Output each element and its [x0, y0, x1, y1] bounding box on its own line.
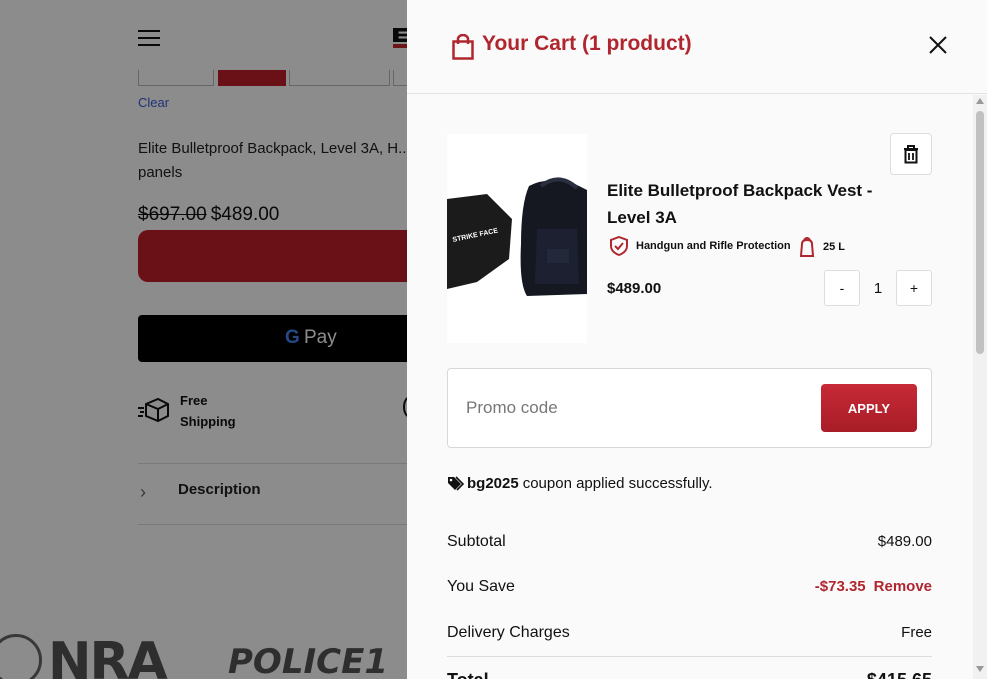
promo-code-input[interactable]: [466, 393, 766, 423]
backpack-image: STRIKE FACE: [447, 134, 587, 343]
you-save-value: -$73.35: [814, 578, 866, 595]
delivery-value: Free: [901, 624, 932, 641]
delete-item-button[interactable]: [890, 133, 932, 175]
cart-title: Your Cart (1 product): [482, 32, 692, 55]
feature-label: 25 L: [823, 241, 846, 253]
trash-icon: [904, 145, 918, 164]
feature-label: Handgun and Rifle Protection: [636, 240, 791, 252]
increase-quantity-button[interactable]: +: [896, 270, 932, 306]
delivery-row: Delivery Charges Free: [447, 624, 932, 648]
total-row: Total $415.65: [447, 670, 932, 679]
scroll-down-arrow-icon[interactable]: [976, 666, 984, 672]
cart-drawer: Your Cart (1 product) STRIKE FACE Elite …: [407, 0, 987, 679]
tags-icon: [448, 476, 464, 491]
you-save-label: You Save: [447, 578, 515, 595]
cart-item-price: $489.00: [607, 280, 662, 297]
you-save-row: You Save -$73.35 Remove: [447, 578, 932, 602]
subtotal-label: Subtotal: [447, 533, 506, 550]
scrollbar-thumb[interactable]: [976, 111, 984, 354]
total-value: $415.65: [867, 670, 932, 679]
shield-icon: [610, 236, 628, 256]
apply-promo-button[interactable]: APPLY: [821, 384, 917, 432]
total-label: Total: [447, 670, 489, 679]
feature-protection: Handgun and Rifle Protection: [610, 236, 791, 256]
coupon-message-text: coupon applied successfully.: [522, 475, 713, 492]
promo-code-box: APPLY: [447, 368, 932, 448]
subtotal-value: $489.00: [877, 533, 932, 550]
cart-scrollbar[interactable]: [973, 95, 987, 679]
scroll-up-arrow-icon[interactable]: [976, 98, 984, 104]
feature-capacity: 25 L: [799, 236, 845, 258]
subtotal-row: Subtotal $489.00: [447, 533, 932, 557]
close-icon[interactable]: [927, 34, 949, 56]
cart-item-name[interactable]: Elite Bulletproof Backpack Vest - Level …: [607, 177, 907, 231]
quantity-value: 1: [873, 279, 883, 297]
product-image[interactable]: STRIKE FACE: [447, 134, 587, 343]
remove-coupon-link[interactable]: Remove: [874, 578, 932, 595]
coupon-code: bg2025: [467, 475, 519, 492]
coupon-success-message: bg2025 coupon applied successfully.: [447, 475, 713, 492]
cart-header: Your Cart (1 product): [407, 0, 987, 94]
cart-body: STRIKE FACE Elite Bulletproof Backpack V…: [407, 95, 973, 679]
you-save-value-group: -$73.35 Remove: [815, 578, 932, 595]
delivery-label: Delivery Charges: [447, 624, 570, 641]
shopping-bag-icon: [452, 34, 474, 60]
summary-divider: [447, 656, 932, 657]
backpack-icon: [799, 237, 815, 257]
decrease-quantity-button[interactable]: -: [824, 270, 860, 306]
